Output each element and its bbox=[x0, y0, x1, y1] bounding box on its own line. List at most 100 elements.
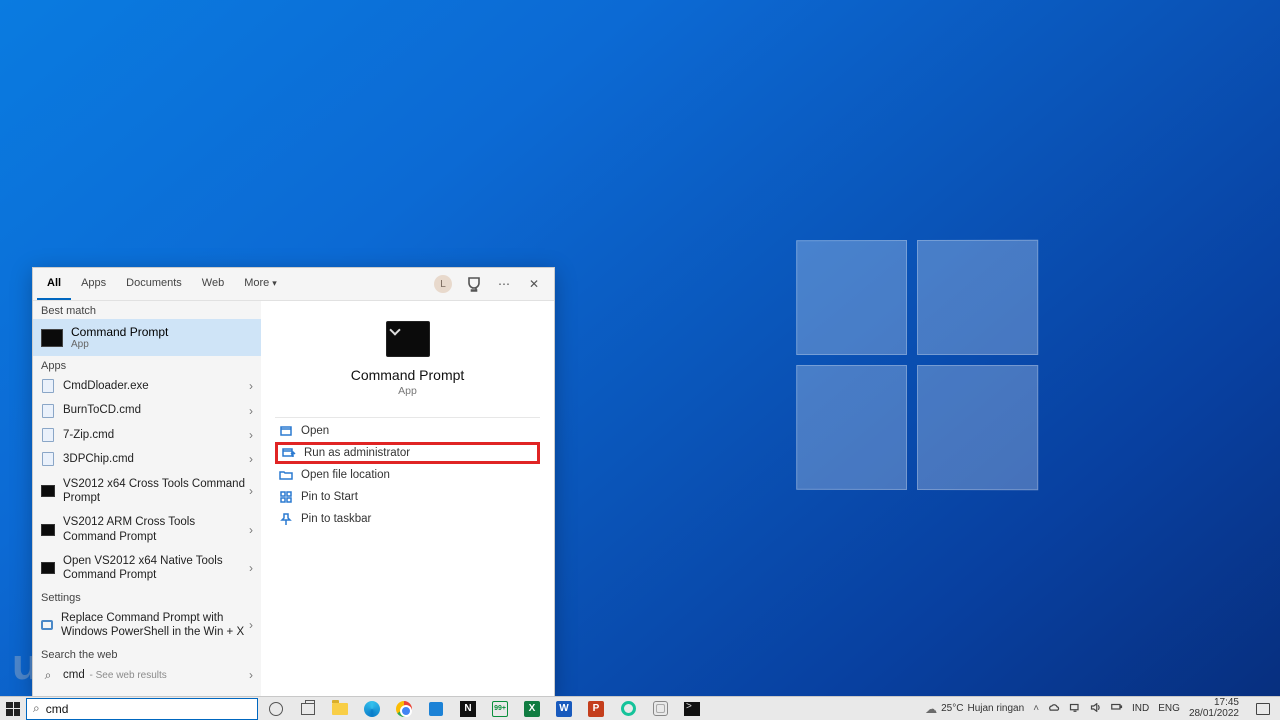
ime-indicator-1[interactable]: IND bbox=[1132, 703, 1149, 714]
detail-app-icon bbox=[386, 321, 430, 357]
network-icon[interactable] bbox=[1069, 703, 1081, 715]
detail-action-pinstart[interactable]: Pin to Start bbox=[275, 486, 540, 508]
powerpoint-icon: P bbox=[588, 701, 604, 717]
tab-documents[interactable]: Documents bbox=[116, 268, 192, 300]
start-button[interactable] bbox=[0, 697, 26, 720]
settings-icon bbox=[41, 618, 53, 632]
explorer-icon bbox=[332, 703, 348, 715]
best-match-title: Command Prompt bbox=[71, 325, 168, 339]
chevron-right-icon: › bbox=[249, 618, 253, 632]
list-item-label: CmdDloader.exe bbox=[63, 379, 149, 393]
chevron-right-icon: › bbox=[249, 379, 253, 393]
tray-overflow-icon[interactable]: ˄ bbox=[1033, 703, 1039, 714]
group-settings: Settings bbox=[33, 588, 261, 606]
chevron-right-icon: › bbox=[249, 452, 253, 466]
edge-button[interactable] bbox=[362, 699, 382, 719]
apps-list-item[interactable]: 7-Zip.cmd › bbox=[33, 423, 261, 447]
pinned-apps: N 99+ X W P bbox=[258, 699, 710, 719]
file-explorer-button[interactable] bbox=[330, 699, 350, 719]
onedrive-icon[interactable] bbox=[1048, 703, 1060, 715]
detail-action-folder[interactable]: Open file location bbox=[275, 464, 540, 486]
list-item-label: Open VS2012 x64 Native Tools Command Pro… bbox=[63, 554, 249, 583]
badge-app-button[interactable]: 99+ bbox=[490, 699, 510, 719]
badge-icon: 99+ bbox=[492, 701, 508, 717]
excel-button[interactable]: X bbox=[522, 699, 542, 719]
group-search-web: Search the web bbox=[33, 645, 261, 663]
chevron-right-icon: › bbox=[249, 523, 253, 537]
weather-text: Hujan ringan bbox=[967, 703, 1024, 714]
tab-more-label: More bbox=[244, 277, 269, 289]
excel-icon: X bbox=[524, 701, 540, 717]
apps-list-item[interactable]: VS2012 ARM Cross Tools Command Prompt› bbox=[33, 510, 261, 549]
chevron-right-icon: › bbox=[249, 561, 253, 575]
admin-icon bbox=[282, 446, 296, 460]
apps-list-item[interactable]: Open VS2012 x64 Native Tools Command Pro… bbox=[33, 549, 261, 588]
group-best-match: Best match bbox=[33, 301, 261, 319]
powerpoint-button[interactable]: P bbox=[586, 699, 606, 719]
file-icon bbox=[41, 379, 55, 393]
chrome-button[interactable] bbox=[394, 699, 414, 719]
list-item-label: 7-Zip.cmd bbox=[63, 428, 114, 442]
file-icon bbox=[41, 428, 55, 442]
chevron-right-icon: › bbox=[249, 484, 253, 498]
tab-all[interactable]: All bbox=[37, 268, 71, 300]
chevron-right-icon: › bbox=[249, 428, 253, 442]
list-item-label: VS2012 x64 Cross Tools Command Prompt bbox=[63, 477, 249, 506]
volume-icon[interactable] bbox=[1090, 703, 1102, 715]
windows-icon bbox=[6, 702, 20, 716]
start-search-panel: All Apps Documents Web More▾ L ⋯ ✕ Best … bbox=[32, 267, 555, 697]
task-view-button[interactable] bbox=[298, 699, 318, 719]
best-match-item[interactable]: Command Prompt App bbox=[33, 319, 261, 356]
edge-icon bbox=[364, 701, 380, 717]
settings-list-item[interactable]: Replace Command Prompt with Windows Powe… bbox=[33, 606, 261, 645]
apps-list-item[interactable]: 3DPChip.cmd› bbox=[33, 447, 261, 471]
more-options-icon[interactable]: ⋯ bbox=[496, 276, 512, 292]
ime-indicator-2[interactable]: ENG bbox=[1158, 703, 1180, 714]
weather-icon: ☁ bbox=[925, 702, 937, 716]
open-icon bbox=[279, 424, 293, 438]
tab-web[interactable]: Web bbox=[192, 268, 234, 300]
notion-icon: N bbox=[460, 701, 476, 717]
detail-action-open[interactable]: Open bbox=[275, 420, 540, 442]
group-apps: Apps bbox=[33, 356, 261, 374]
search-input[interactable] bbox=[46, 702, 251, 716]
notion-button[interactable]: N bbox=[458, 699, 478, 719]
user-avatar[interactable]: L bbox=[434, 275, 452, 293]
taskview-icon bbox=[301, 703, 315, 715]
rewards-icon[interactable] bbox=[466, 276, 482, 292]
list-item-label: VS2012 ARM Cross Tools Command Prompt bbox=[63, 515, 249, 544]
detail-title: Command Prompt bbox=[275, 367, 540, 383]
search-panel-header: All Apps Documents Web More▾ L ⋯ ✕ bbox=[33, 268, 554, 301]
apps-list-item[interactable]: CmdDloader.exe › bbox=[33, 374, 261, 398]
tab-apps[interactable]: Apps bbox=[71, 268, 116, 300]
store-button[interactable] bbox=[426, 699, 446, 719]
apps-list-item[interactable]: BurnToCD.cmd› bbox=[33, 398, 261, 422]
word-button[interactable]: W bbox=[554, 699, 574, 719]
battery-icon[interactable] bbox=[1111, 703, 1123, 715]
store-icon bbox=[429, 702, 443, 716]
weather-widget[interactable]: ☁ 25°C Hujan ringan bbox=[925, 702, 1024, 716]
detail-action-pintask[interactable]: Pin to taskbar bbox=[275, 508, 540, 530]
clock[interactable]: 17:45 28/01/2022 bbox=[1189, 698, 1243, 719]
tab-more[interactable]: More▾ bbox=[234, 268, 287, 300]
web-result-term: cmd bbox=[63, 669, 85, 681]
grammarly-button[interactable] bbox=[618, 699, 638, 719]
apps-list-item[interactable]: VS2012 x64 Cross Tools Command Prompt› bbox=[33, 472, 261, 511]
best-match-sub: App bbox=[71, 339, 168, 350]
cortana-button[interactable] bbox=[266, 699, 286, 719]
chrome-icon bbox=[396, 701, 412, 717]
taskbar: ⌕ N 99+ X W P ☁ 25°C Hujan ringan bbox=[0, 696, 1280, 720]
app-button[interactable] bbox=[650, 699, 670, 719]
terminal-icon bbox=[684, 702, 700, 716]
web-result-item[interactable]: ⌕ cmd - See web results › bbox=[33, 663, 261, 688]
terminal-button[interactable] bbox=[682, 699, 702, 719]
taskbar-search[interactable]: ⌕ bbox=[26, 698, 258, 720]
detail-action-label: Run as administrator bbox=[304, 447, 410, 459]
close-icon[interactable]: ✕ bbox=[526, 276, 542, 292]
detail-action-admin[interactable]: Run as administrator bbox=[275, 442, 540, 464]
search-results-list: Best match Command Prompt App Apps CmdDl… bbox=[33, 301, 261, 696]
search-icon: ⌕ bbox=[41, 668, 55, 682]
detail-action-label: Pin to taskbar bbox=[301, 513, 371, 525]
action-center-icon[interactable] bbox=[1256, 703, 1270, 715]
details-pane: Command Prompt App OpenRun as administra… bbox=[261, 301, 554, 696]
